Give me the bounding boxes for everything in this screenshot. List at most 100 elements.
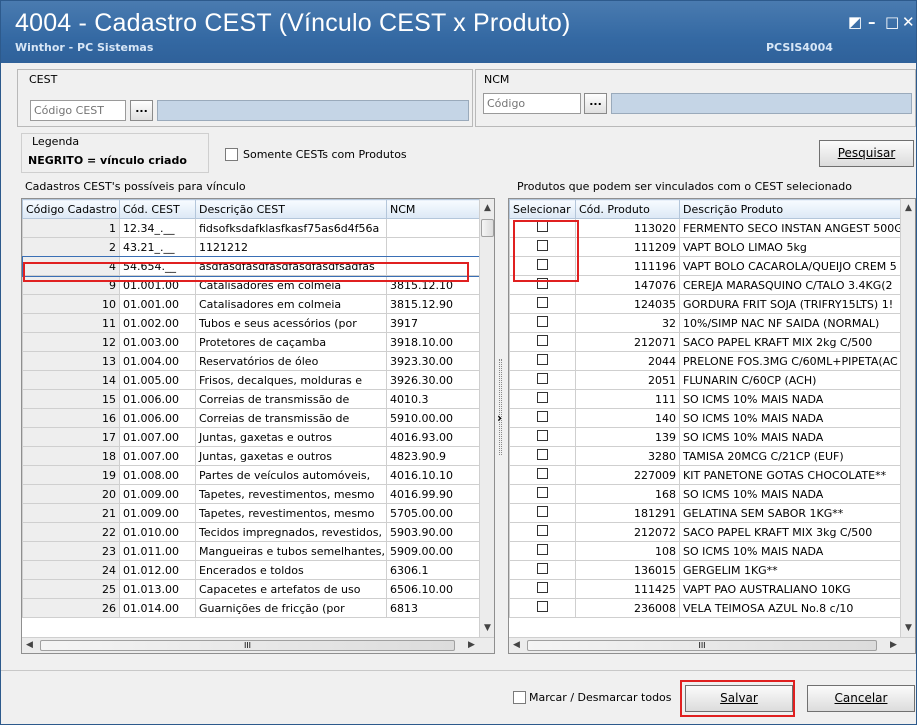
select-product-checkbox[interactable] — [537, 411, 548, 422]
table-row[interactable]: 147076 CEREJA MARASQUINO C/TALO 3.4KG(2 — [509, 275, 901, 295]
cancel-button[interactable]: Cancelar — [807, 685, 915, 712]
table-row[interactable]: 108 SO ICMS 10% MAIS NADA — [509, 541, 901, 561]
table-row[interactable]: 17 01.007.00 Juntas, gaxetas e outros 4016.… — [22, 427, 481, 447]
select-product-checkbox[interactable] — [537, 278, 548, 289]
table-row[interactable]: 21 01.009.00 Tapetes, revestimentos, mesmo… — [22, 503, 481, 523]
scroll-left-icon[interactable]: ◀ — [513, 640, 520, 650]
select-product-checkbox[interactable] — [537, 335, 548, 346]
table-row[interactable]: 16 01.006.00 Correias de transmissão de 591… — [22, 408, 481, 428]
table-row[interactable]: 9 01.001.00 Catalisadores em colmeia 3815.1… — [22, 275, 481, 295]
select-product-checkbox[interactable] — [537, 487, 548, 498]
select-product-checkbox[interactable] — [537, 525, 548, 536]
table-row[interactable]: 111425 VAPT PAO AUSTRALIANO 10KG — [509, 579, 901, 599]
scroll-up-icon[interactable]: ▲ — [484, 203, 491, 213]
select-product-checkbox[interactable] — [537, 354, 548, 365]
table-row[interactable]: 111209 VAPT BOLO LIMAO 5kg — [509, 237, 901, 257]
select-product-checkbox[interactable] — [537, 449, 548, 460]
select-product-checkbox[interactable] — [537, 316, 548, 327]
scroll-thumb-horizontal[interactable]: III — [527, 640, 877, 651]
col-cod-cest[interactable]: Cód. CEST — [119, 199, 196, 219]
scroll-left-icon[interactable]: ◀ — [26, 640, 33, 650]
select-product-checkbox[interactable] — [537, 259, 548, 270]
minimize-icon[interactable]: – — [868, 13, 876, 31]
table-row[interactable]: 227009 KIT PANETONE GOTAS CHOCOLATE** — [509, 465, 901, 485]
select-product-checkbox[interactable] — [537, 468, 548, 479]
table-row[interactable]: 236008 VELA TEIMOSA AZUL No.8 c/10 — [509, 598, 901, 618]
col-cod-produto[interactable]: Cód. Produto — [575, 199, 680, 219]
scroll-up-icon[interactable]: ▲ — [905, 203, 912, 213]
maximize-icon[interactable]: □ — [885, 13, 899, 31]
table-row[interactable]: 212072 SACO PAPEL KRAFT MIX 3kg C/500 — [509, 522, 901, 542]
scroll-thumb-horizontal[interactable]: III — [40, 640, 455, 651]
col-descricao-cest[interactable]: Descrição CEST — [195, 199, 387, 219]
cest-vertical-scrollbar[interactable]: ▲ ▼ — [479, 199, 494, 637]
table-row[interactable]: 2 43.21_.__ 1121212 — [22, 237, 481, 257]
select-product-checkbox[interactable] — [537, 221, 548, 232]
panel-splitter[interactable]: › — [495, 183, 507, 657]
table-row[interactable]: 124035 GORDURA FRIT SOJA (TRIFRY15LTS) 1! — [509, 294, 901, 314]
table-row[interactable]: 1 12.34_.__ fidsofksdafklasfkasf75as6d4f56… — [22, 218, 481, 238]
mark-all-checkbox[interactable] — [513, 691, 526, 704]
table-row[interactable]: 19 01.008.00 Partes de veículos automóveis… — [22, 465, 481, 485]
table-row[interactable]: 13 01.004.00 Reservatórios de óleo 3923.30.… — [22, 351, 481, 371]
select-product-checkbox[interactable] — [537, 240, 548, 251]
table-row[interactable]: 25 01.013.00 Capacetes e artefatos de uso 6… — [22, 579, 481, 599]
table-row[interactable]: 11 01.002.00 Tubos e seus acessórios (por 3… — [22, 313, 481, 333]
only-with-products-checkbox[interactable] — [225, 148, 238, 161]
scroll-right-icon[interactable]: ▶ — [890, 640, 897, 650]
select-product-checkbox[interactable] — [537, 563, 548, 574]
select-product-checkbox[interactable] — [537, 506, 548, 517]
table-row[interactable]: 24 01.012.00 Encerados e toldos 6306.1 — [22, 560, 481, 580]
cest-horizontal-scrollbar[interactable]: ◀ III ▶ — [22, 637, 494, 653]
select-product-checkbox[interactable] — [537, 582, 548, 593]
table-row[interactable]: 23 01.011.00 Mangueiras e tubos semelhante… — [22, 541, 481, 561]
table-row[interactable]: 32 10%/SIMP NAC NF SAIDA (NORMAL) — [509, 313, 901, 333]
select-product-checkbox[interactable] — [537, 392, 548, 403]
product-horizontal-scrollbar[interactable]: ◀ III ▶ — [509, 637, 915, 653]
table-row[interactable]: 15 01.006.00 Correias de transmissão de 401… — [22, 389, 481, 409]
scroll-down-icon[interactable]: ▼ — [905, 623, 912, 633]
splitter-grip[interactable] — [499, 359, 502, 455]
table-row[interactable]: 10 01.001.00 Catalisadores em colmeia 3815.… — [22, 294, 481, 314]
cest-lookup-button[interactable]: ... — [130, 100, 153, 121]
restore-icon[interactable]: ◩ — [848, 13, 862, 31]
table-row[interactable]: 181291 GELATINA SEM SABOR 1KG** — [509, 503, 901, 523]
col-codigo-cadastro[interactable]: Código Cadastro — [22, 199, 120, 219]
scroll-down-icon[interactable]: ▼ — [484, 623, 491, 633]
table-row[interactable]: 18 01.007.00 Juntas, gaxetas e outros 4823.… — [22, 446, 481, 466]
col-descricao-produto[interactable]: Descrição Produto — [679, 199, 901, 219]
ncm-lookup-button[interactable]: ... — [584, 93, 607, 114]
table-row[interactable]: 2051 FLUNARIN C/60CP (ACH) — [509, 370, 901, 390]
close-icon[interactable]: ✕ — [902, 13, 915, 31]
select-product-checkbox[interactable] — [537, 297, 548, 308]
select-product-checkbox[interactable] — [537, 373, 548, 384]
table-row[interactable]: 168 SO ICMS 10% MAIS NADA — [509, 484, 901, 504]
save-button[interactable]: Salvar — [685, 685, 793, 712]
table-row[interactable]: 139 SO ICMS 10% MAIS NADA — [509, 427, 901, 447]
table-row[interactable]: 20 01.009.00 Tapetes, revestimentos, mesmo… — [22, 484, 481, 504]
table-row[interactable]: 4 54.654.__ asdfasdfasdfasdfasdfasdfsadfas — [22, 255, 482, 277]
scroll-thumb[interactable] — [481, 219, 494, 237]
table-row[interactable]: 3280 TAMISA 20MCG C/21CP (EUF) — [509, 446, 901, 466]
table-row[interactable]: 140 SO ICMS 10% MAIS NADA — [509, 408, 901, 428]
table-row[interactable]: 26 01.014.00 Guarnições de fricção (por 681… — [22, 598, 481, 618]
product-vertical-scrollbar[interactable]: ▲ ▼ — [900, 199, 915, 637]
search-button[interactable]: Pesquisar — [819, 140, 914, 167]
table-row[interactable]: 113020 FERMENTO SECO INSTAN ANGEST 500G — [509, 218, 901, 238]
select-product-checkbox[interactable] — [537, 601, 548, 612]
table-row[interactable]: 22 01.010.00 Tecidos impregnados, revestid… — [22, 522, 481, 542]
select-product-checkbox[interactable] — [537, 430, 548, 441]
select-product-checkbox[interactable] — [537, 544, 548, 555]
col-selecionar[interactable]: Selecionar — [509, 199, 576, 219]
table-row[interactable]: 12 01.003.00 Protetores de caçamba 3918.10.… — [22, 332, 481, 352]
table-row[interactable]: 136015 GERGELIM 1KG** — [509, 560, 901, 580]
ncm-code-input[interactable] — [483, 93, 581, 114]
splitter-arrow-icon[interactable]: › — [497, 411, 502, 425]
table-row[interactable]: 111 SO ICMS 10% MAIS NADA — [509, 389, 901, 409]
table-row[interactable]: 2044 PRELONE FOS.3MG C/60ML+PIPETA(AC — [509, 351, 901, 371]
table-row[interactable]: 111196 VAPT BOLO CACAROLA/QUEIJO CREM 5 — [509, 256, 901, 276]
table-row[interactable]: 212071 SACO PAPEL KRAFT MIX 2kg C/500 — [509, 332, 901, 352]
table-row[interactable]: 14 01.005.00 Frisos, decalques, molduras e… — [22, 370, 481, 390]
scroll-right-icon[interactable]: ▶ — [468, 640, 475, 650]
col-ncm[interactable]: NCM — [386, 199, 481, 219]
